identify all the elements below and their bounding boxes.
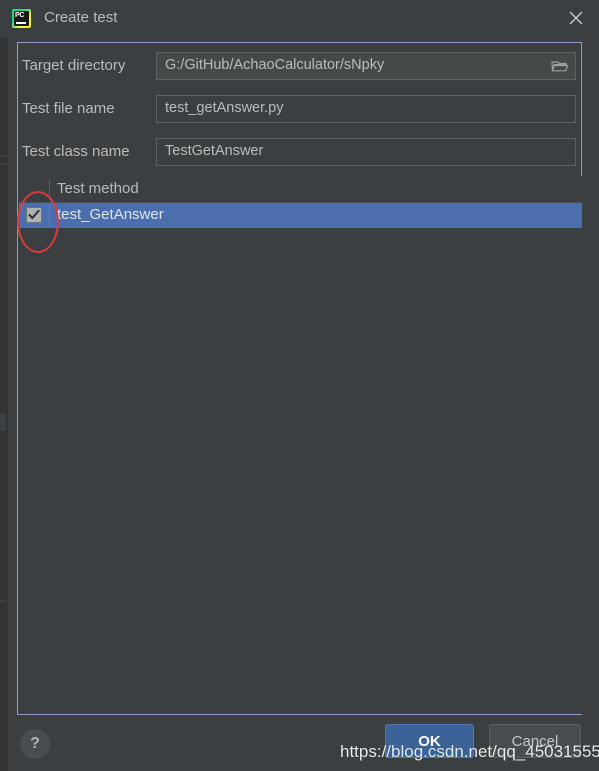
- target-directory-label: Target directory: [22, 57, 126, 74]
- test-method-table: Test method test_GetAnswer: [19, 176, 582, 714]
- pycharm-icon-text: PC: [15, 12, 25, 19]
- test-file-name-value: test_getAnswer.py: [165, 100, 284, 116]
- ide-background-strip: [0, 0, 8, 771]
- dialog-content-panel: Target directory G:/GitHub/AchaoCalculat…: [17, 42, 582, 715]
- help-icon: ?: [30, 735, 40, 752]
- cancel-button-label: Cancel: [511, 733, 559, 750]
- browse-folder-button[interactable]: [551, 58, 569, 74]
- test-class-name-label: Test class name: [22, 143, 130, 160]
- field-row-test-class-name: Test class name TestGetAnswer: [18, 138, 581, 168]
- test-file-name-input[interactable]: test_getAnswer.py: [156, 95, 576, 123]
- target-directory-value: G:/GitHub/AchaoCalculator/sNpky: [165, 57, 385, 73]
- title-bar: PC Create test: [0, 0, 599, 38]
- target-directory-input[interactable]: G:/GitHub/AchaoCalculator/sNpky: [156, 52, 576, 80]
- row-column-divider: [49, 203, 50, 228]
- table-header-row: Test method: [19, 176, 582, 203]
- column-divider: [49, 179, 50, 199]
- field-row-test-file-name: Test file name test_getAnswer.py: [18, 95, 581, 125]
- table-row[interactable]: test_GetAnswer: [19, 203, 582, 228]
- test-method-checkbox[interactable]: [26, 207, 42, 223]
- help-button[interactable]: ?: [20, 729, 50, 759]
- test-method-name: test_GetAnswer: [57, 206, 164, 223]
- column-header-test-method: Test method: [57, 180, 139, 197]
- folder-icon: [551, 61, 569, 78]
- ok-button-label: OK: [418, 733, 441, 750]
- ok-button[interactable]: OK: [385, 724, 474, 758]
- page-title: Create test: [44, 9, 118, 26]
- cancel-button[interactable]: Cancel: [489, 724, 581, 758]
- close-button[interactable]: [553, 0, 599, 34]
- create-test-dialog: PC Create test Target directory G:/GitHu…: [0, 0, 599, 771]
- test-class-name-input[interactable]: TestGetAnswer: [156, 138, 576, 166]
- test-class-name-value: TestGetAnswer: [165, 143, 264, 159]
- pycharm-icon: PC: [12, 9, 31, 28]
- field-row-target-directory: Target directory G:/GitHub/AchaoCalculat…: [18, 52, 581, 82]
- test-file-name-label: Test file name: [22, 100, 115, 117]
